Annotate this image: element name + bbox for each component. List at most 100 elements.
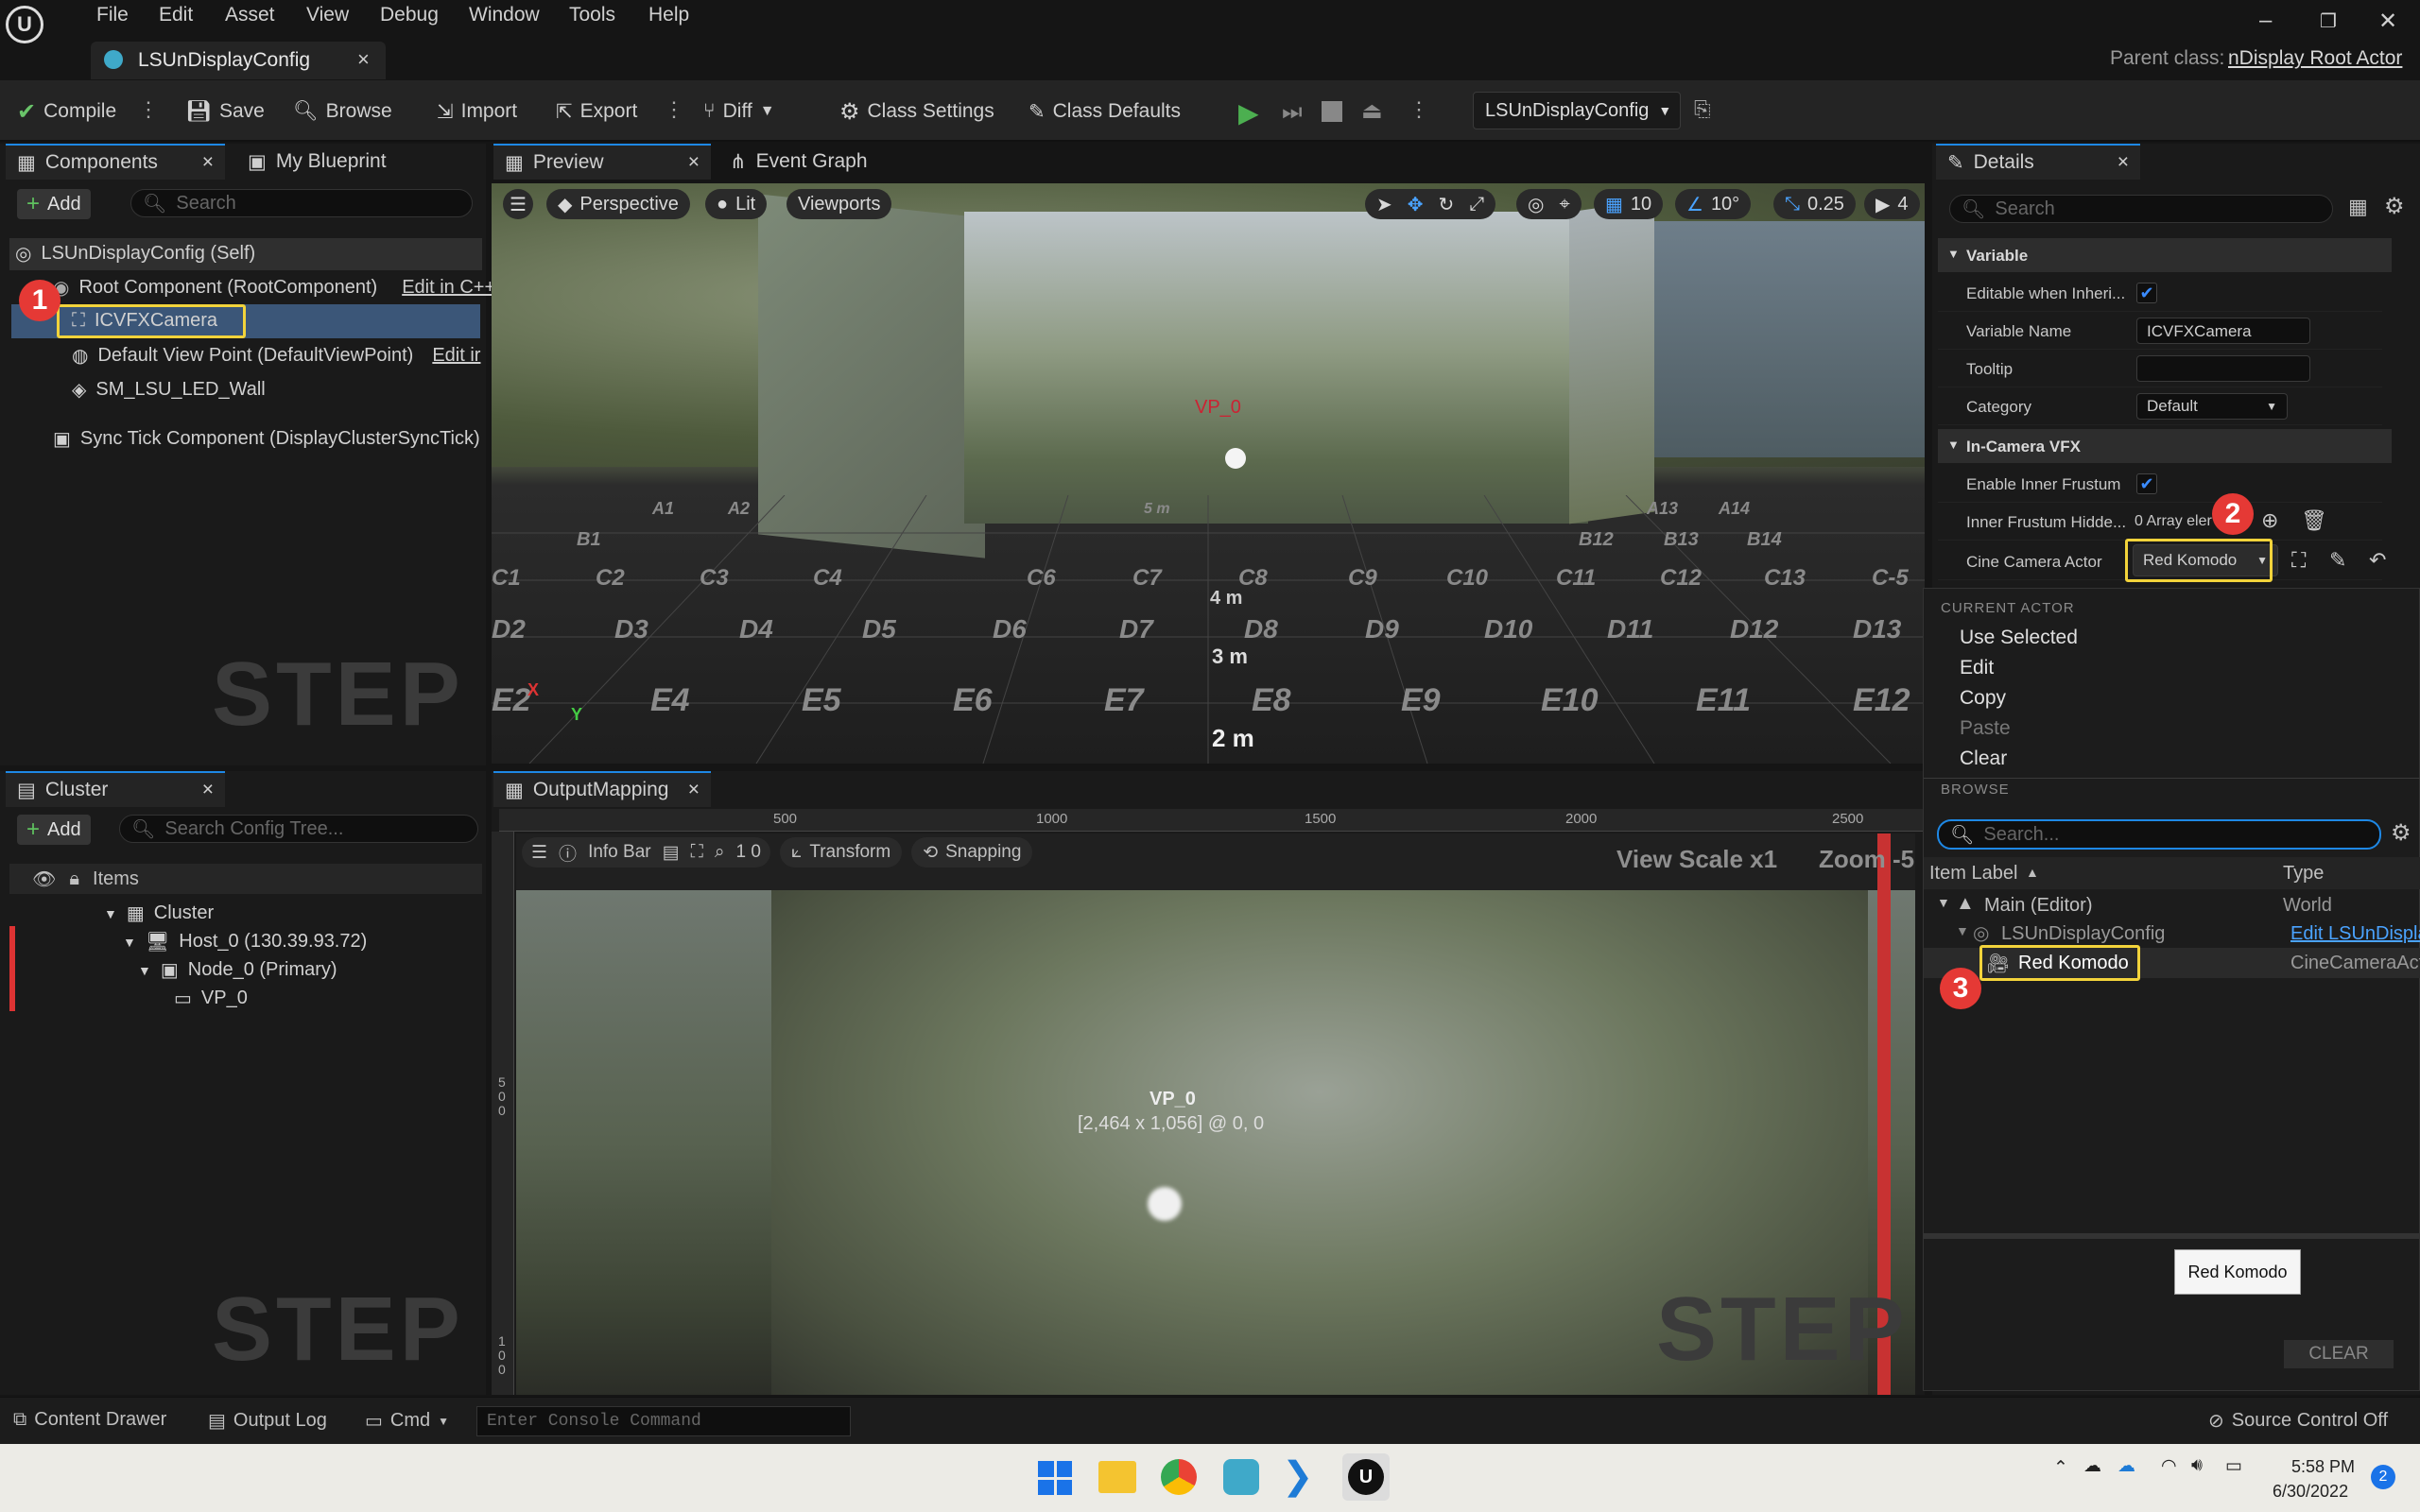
minimize-icon[interactable]: – [2259, 8, 2272, 34]
notification-badge[interactable]: 2 [2371, 1465, 2395, 1489]
gear-icon[interactable]: ⚙ [2391, 819, 2411, 847]
edit-cpp-link[interactable]: Edit in C++ [402, 277, 495, 299]
close-icon[interactable]: × [688, 151, 700, 174]
category-select[interactable]: Default ▼ [2136, 393, 2288, 420]
event-graph-tab[interactable]: ⋔ Event Graph [718, 144, 879, 180]
chrome-icon[interactable] [1161, 1459, 1197, 1495]
clock-time[interactable]: 5:58 PM [2291, 1457, 2355, 1477]
actor-row[interactable]: ▼ ▲ Main (Editor) World [1924, 891, 2420, 919]
debug-object-select[interactable]: LSUnDisplayConfig ▼ [1473, 92, 1681, 129]
perspective-button[interactable]: ◆ Perspective [546, 189, 690, 219]
import-button[interactable]: ⇲ Import [437, 95, 517, 128]
gear-icon[interactable]: ⚙ [2384, 193, 2405, 220]
menu-edit[interactable]: Edit [1960, 657, 1994, 679]
close-window-icon[interactable]: ✕ [2378, 8, 2397, 35]
eye-icon[interactable]: 👁︎ [32, 868, 56, 891]
step-icon[interactable]: ⏭ [1282, 99, 1303, 126]
play-options-icon[interactable]: ⋮ [1409, 97, 1429, 124]
reset-icon[interactable]: ↶ [2369, 548, 2386, 573]
close-icon[interactable]: × [202, 151, 214, 174]
components-search-input[interactable]: 🔍︎ Search [130, 189, 473, 217]
eyedropper-icon[interactable]: ✎ [2329, 548, 2346, 573]
rotation-snap-button[interactable]: ∠ 10° [1675, 189, 1752, 219]
battery-icon[interactable]: ▭ [2225, 1455, 2242, 1477]
zoom-icon[interactable]: ⌕ [715, 842, 725, 863]
type-column[interactable]: Type [2283, 863, 2324, 885]
details-search-input[interactable]: 🔍︎ Search [1949, 195, 2333, 223]
edit-cpp-link[interactable]: Edit ir [432, 345, 480, 367]
lit-button[interactable]: ● Lit [705, 189, 768, 219]
menu-paste[interactable]: Paste [1960, 717, 2011, 740]
camera-speed-button[interactable]: ▶ 4 [1864, 189, 1920, 219]
tree-item-default-view-point[interactable]: ◍ Default View Point (DefaultViewPoint) … [72, 344, 480, 368]
preview-viewport[interactable]: VP_0 5 m 4 m 3 m 2 m A1 A2 A13 A14 B1 B1… [492, 183, 1925, 764]
tree-item-cluster[interactable]: ▼ ▦ Cluster [104, 902, 214, 925]
editable-checkbox[interactable]: ✔ [2136, 283, 2157, 303]
details-tab[interactable]: ✎ Details × [1936, 144, 2140, 180]
edit-actor-link[interactable]: Edit LSUnDispla [2290, 923, 2420, 945]
windows-start-icon[interactable] [1038, 1461, 1072, 1495]
tree-item-host[interactable]: ▼ 🖥︎ Host_0 (130.39.93.72) [123, 930, 367, 954]
export-options-icon[interactable]: ⋮ [664, 97, 684, 124]
browse-button[interactable]: 🔍︎ Browse [293, 95, 392, 128]
my-blueprint-tab[interactable]: ▣ My Blueprint [236, 144, 398, 180]
wifi-icon[interactable]: ◠ [2161, 1455, 2177, 1477]
add-component-button[interactable]: + Add [17, 189, 91, 219]
debug-filter-icon[interactable]: ⎘ [1694, 97, 1711, 122]
add-element-icon[interactable]: ⊕ [2261, 508, 2278, 533]
unreal-taskbar-icon[interactable]: U [1342, 1453, 1390, 1501]
tooltip-field[interactable] [2136, 355, 2310, 382]
snapping-button[interactable]: ⟲ Snapping [911, 837, 1033, 868]
clear-button[interactable]: CLEAR [2284, 1340, 2394, 1368]
viewports-button[interactable]: Viewports [786, 189, 892, 219]
restore-icon[interactable]: ❐ [2320, 9, 2337, 33]
onedrive-icon[interactable]: ☁ [2118, 1455, 2135, 1477]
output-mapping-tab[interactable]: ▦ OutputMapping × [493, 771, 711, 807]
unreal-logo-icon[interactable]: U [6, 6, 43, 43]
variable-name-field[interactable]: ICVFXCamera [2136, 318, 2310, 344]
menu-copy[interactable]: Copy [1960, 687, 2006, 710]
document-tab[interactable]: LSUnDisplayConfig × [91, 42, 386, 79]
clock-date[interactable]: 6/30/2022 [2273, 1482, 2348, 1502]
components-tab[interactable]: ▦ Components × [6, 144, 225, 180]
vscode-icon[interactable]: ❯ [1282, 1457, 1314, 1495]
menu-help[interactable]: Help [648, 4, 689, 26]
compile-options-icon[interactable]: ⋮ [138, 97, 159, 124]
export-button[interactable]: ⇱ Export [556, 95, 637, 128]
menu-view[interactable]: View [306, 4, 349, 26]
fit-icon[interactable]: ⛶ [691, 842, 703, 863]
menu-debug[interactable]: Debug [380, 4, 439, 26]
select-in-viewport-icon[interactable]: ⛶ [2291, 548, 2306, 573]
scale-icon[interactable]: ⤢ [1469, 194, 1484, 215]
actor-search-input[interactable]: 🔍︎ Search... [1937, 819, 2381, 850]
menu-edit[interactable]: Edit [159, 4, 193, 26]
transform-button[interactable]: ⟀ Transform [779, 837, 903, 868]
tree-item-root-component[interactable]: ◉ Root Component (RootComponent) Edit in… [53, 276, 495, 300]
content-drawer-button[interactable]: ⧉ Content Drawer [13, 1409, 166, 1431]
close-icon[interactable]: × [357, 47, 370, 72]
tree-item-led-wall[interactable]: ◈ SM_LSU_LED_Wall [72, 378, 266, 402]
app-icon[interactable] [1223, 1459, 1259, 1495]
play-icon[interactable]: ▶ [1238, 97, 1259, 129]
compile-button[interactable]: ✔ Compile [17, 95, 116, 128]
window-icon[interactable]: ▤ [663, 842, 680, 864]
select-icon[interactable]: ➤ [1376, 193, 1392, 216]
scale-snap-button[interactable]: ⤡ 0.25 [1773, 189, 1856, 219]
grid-snap-button[interactable]: ▦ 10 [1594, 189, 1664, 219]
preview-tab[interactable]: ▦ Preview × [493, 144, 711, 180]
cluster-search-input[interactable]: 🔍︎ Search Config Tree... [119, 815, 478, 843]
cmd-button[interactable]: ▭ Cmd ▼ [365, 1409, 449, 1433]
world-icon[interactable]: ◎ [1528, 193, 1544, 216]
close-icon[interactable]: × [2118, 151, 2129, 174]
source-control-button[interactable]: ⊘ Source Control Off [2208, 1409, 2388, 1433]
rotate-icon[interactable]: ↻ [1439, 193, 1455, 216]
tree-item-viewport[interactable]: ▭ VP_0 [174, 987, 248, 1010]
output-log-button[interactable]: ▤ Output Log [208, 1409, 327, 1433]
tree-item-sync-tick[interactable]: ▣ Sync Tick Component (DisplayClusterSyn… [53, 427, 480, 451]
icvfx-section-header[interactable]: ▼ In-Camera VFX [1938, 429, 2392, 463]
file-explorer-icon[interactable] [1098, 1461, 1136, 1493]
console-command-input[interactable]: Enter Console Command [476, 1406, 851, 1436]
scrollbar[interactable] [1924, 1233, 2420, 1239]
parent-class-link[interactable]: nDisplay Root Actor [2228, 47, 2402, 70]
menu-window[interactable]: Window [469, 4, 540, 26]
